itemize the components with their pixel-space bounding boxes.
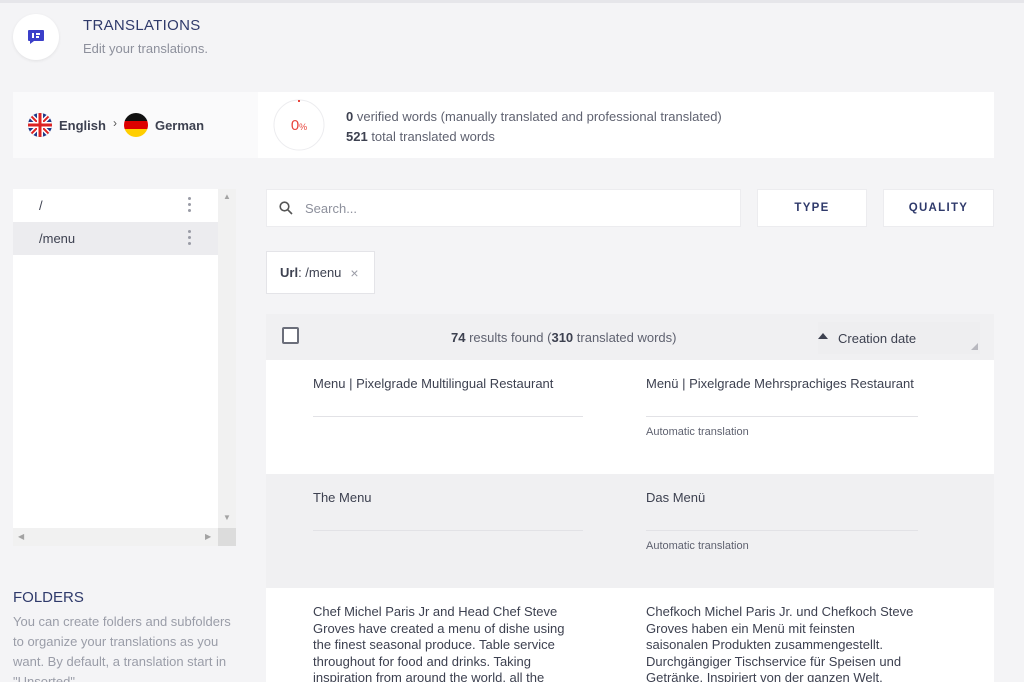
target-text[interactable]: Chefkoch Michel Paris Jr. und Chefkoch S… xyxy=(646,604,918,682)
top-divider xyxy=(0,0,1024,3)
target-text[interactable]: Menü | Pixelgrade Mehrsprachiges Restaur… xyxy=(646,376,918,393)
horizontal-scrollbar[interactable]: ◀ ▶ xyxy=(13,528,218,546)
results-header: 74 results found (310 translated words) … xyxy=(266,314,994,360)
more-options-icon[interactable] xyxy=(188,197,192,213)
vertical-scrollbar[interactable]: ▲ ▼ xyxy=(218,189,236,528)
quality-filter-button[interactable]: QUALITY xyxy=(883,189,994,227)
target-language: German xyxy=(154,117,205,133)
target-text[interactable]: Das Menü xyxy=(646,490,918,507)
page-subtitle: Edit your translations. xyxy=(83,41,209,56)
search-box[interactable] xyxy=(266,189,741,227)
divider xyxy=(313,416,583,417)
translation-row[interactable]: Menu | Pixelgrade Multilingual Restauran… xyxy=(266,360,994,474)
folders-help-text: You can create folders and subfolders to… xyxy=(13,614,231,682)
search-input[interactable] xyxy=(305,200,705,216)
scroll-right-icon[interactable]: ▶ xyxy=(205,532,211,541)
germany-flag-icon xyxy=(123,113,148,137)
resize-grip-icon xyxy=(971,343,978,350)
select-all-checkbox[interactable] xyxy=(282,327,299,344)
sort-label: Creation date xyxy=(838,330,917,346)
source-text: Chef Michel Paris Jr and Head Chef Steve… xyxy=(313,604,565,682)
source-text: Menu | Pixelgrade Multilingual Restauran… xyxy=(313,376,554,391)
results-count: 74 results found (310 translated words) xyxy=(451,330,677,345)
word-stats: 0 verified words (manually translated an… xyxy=(346,107,722,147)
close-icon[interactable]: × xyxy=(350,265,358,281)
active-filter-chip: Url: /menu × xyxy=(266,251,375,294)
page-title: TRANSLATIONS xyxy=(83,17,201,34)
divider xyxy=(646,530,918,531)
sort-select[interactable]: Creation date xyxy=(818,322,980,354)
folder-item-menu[interactable]: /menu xyxy=(13,222,218,255)
type-filter-button[interactable]: TYPE xyxy=(757,189,867,227)
verified-words: 0 verified words (manually translated an… xyxy=(346,109,722,124)
source-language: English xyxy=(59,117,106,133)
scroll-up-icon[interactable]: ▲ xyxy=(223,192,231,201)
scroll-down-icon[interactable]: ▼ xyxy=(223,513,231,522)
translations-icon xyxy=(13,14,59,60)
source-text: The Menu xyxy=(313,490,372,505)
scroll-left-icon[interactable]: ◀ xyxy=(18,532,24,541)
progress-value: 0% xyxy=(290,116,308,134)
translation-quality: Automatic translation xyxy=(646,426,749,438)
search-icon xyxy=(279,201,293,215)
folders-title: FOLDERS xyxy=(13,589,84,606)
chevron-right-icon: › xyxy=(112,116,117,130)
divider xyxy=(646,416,918,417)
sort-ascending-icon xyxy=(818,333,828,339)
language-pair[interactable]: English › German xyxy=(13,92,258,158)
uk-flag-icon xyxy=(28,113,52,137)
divider xyxy=(313,530,583,531)
folder-tree: / /menu ▲ ▼ ◀ ▶ xyxy=(13,189,236,546)
translation-quality: Automatic translation xyxy=(646,540,749,552)
more-options-icon[interactable] xyxy=(188,230,192,246)
total-words: 521 total translated words xyxy=(346,129,495,144)
translation-row[interactable]: The Menu Das Menü Automatic translation xyxy=(266,474,994,588)
folder-item-root[interactable]: / xyxy=(13,189,218,222)
scrollbar-corner xyxy=(218,528,236,546)
language-stats-bar: English › German 0% 0 verified words (ma… xyxy=(13,92,994,158)
translation-row[interactable]: Chef Michel Paris Jr and Head Chef Steve… xyxy=(266,588,994,682)
